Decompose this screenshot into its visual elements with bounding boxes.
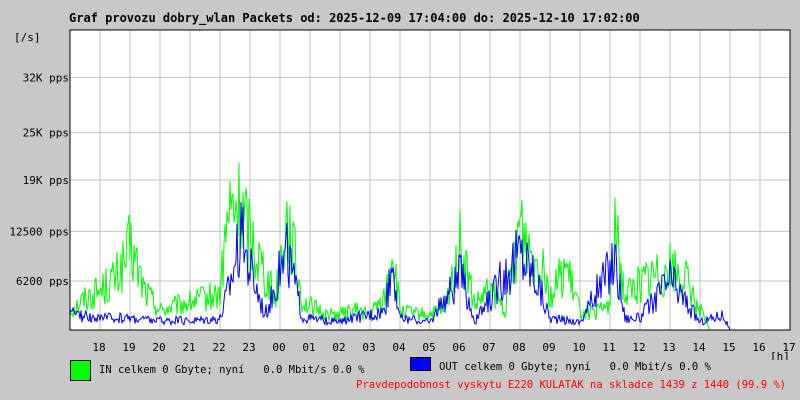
legend-in-swatch (70, 359, 91, 381)
x-tick-label: 10 (572, 341, 585, 354)
legend-in-text: IN celkem 0 Gbyte; nyní 0.0 Mbit/s 0.0 % (99, 364, 365, 376)
x-tick-label: 18 (92, 341, 105, 354)
x-tick-label: 08 (512, 341, 525, 354)
x-tick-label: 23 (242, 341, 255, 354)
traffic-chart: Graf provozu dobry_wlan Packets od: 2025… (9, 11, 795, 360)
x-tick-label: 09 (542, 341, 555, 354)
x-tick-label: 03 (362, 341, 375, 354)
x-tick-label: 19 (122, 341, 135, 354)
x-tick-label: 05 (422, 341, 435, 354)
footer-note: Pravdepodobnost vyskytu E220 KULATAK na … (356, 379, 786, 391)
x-tick-label: 11 (602, 341, 615, 354)
y-tick-labels: 6200 pps 12500 pps 19K pps 25K pps 32K pps (9, 71, 69, 288)
x-tick-label: 02 (332, 341, 345, 354)
x-axis-unit: [h] (770, 350, 790, 360)
legend-out-swatch (410, 357, 431, 371)
x-tick-label: 04 (392, 341, 406, 354)
y-axis-unit: [/s] (14, 31, 41, 44)
y-tick-label: 12500 pps (9, 225, 69, 238)
chart-title: Graf provozu dobry_wlan Packets od: 2025… (69, 11, 640, 26)
x-tick-label: 20 (152, 341, 165, 354)
x-tick-label: 13 (662, 341, 675, 354)
x-tick-label: 16 (752, 341, 765, 354)
y-tick-label: 32K pps (23, 71, 69, 84)
x-tick-labels: 18 19 20 21 22 23 00 01 02 03 04 05 06 07 08 09 10 11 12 13… (92, 341, 795, 354)
legend-in: IN celkem 0 Gbyte; nyní 0.0 Mbit/s 0.0 % (70, 359, 365, 381)
x-tick-label: 22 (212, 341, 225, 354)
legend-out-text: OUT celkem 0 Gbyte; nyní 0.0 Mbit/s 0.0 … (439, 361, 711, 373)
y-tick-label: 6200 pps (16, 275, 69, 288)
y-tick-label: 19K pps (23, 174, 69, 187)
x-tick-label: 07 (482, 341, 495, 354)
x-tick-label: 06 (452, 341, 465, 354)
x-tick-label: 14 (692, 341, 706, 354)
x-tick-label: 00 (272, 341, 285, 354)
x-tick-label: 12 (632, 341, 645, 354)
x-tick-label: 01 (302, 341, 315, 354)
legend-out: OUT celkem 0 Gbyte; nyní 0.0 Mbit/s 0.0 … (410, 356, 711, 378)
x-tick-label: 21 (182, 341, 195, 354)
y-tick-label: 25K pps (23, 127, 69, 140)
x-tick-label: 15 (722, 341, 735, 354)
